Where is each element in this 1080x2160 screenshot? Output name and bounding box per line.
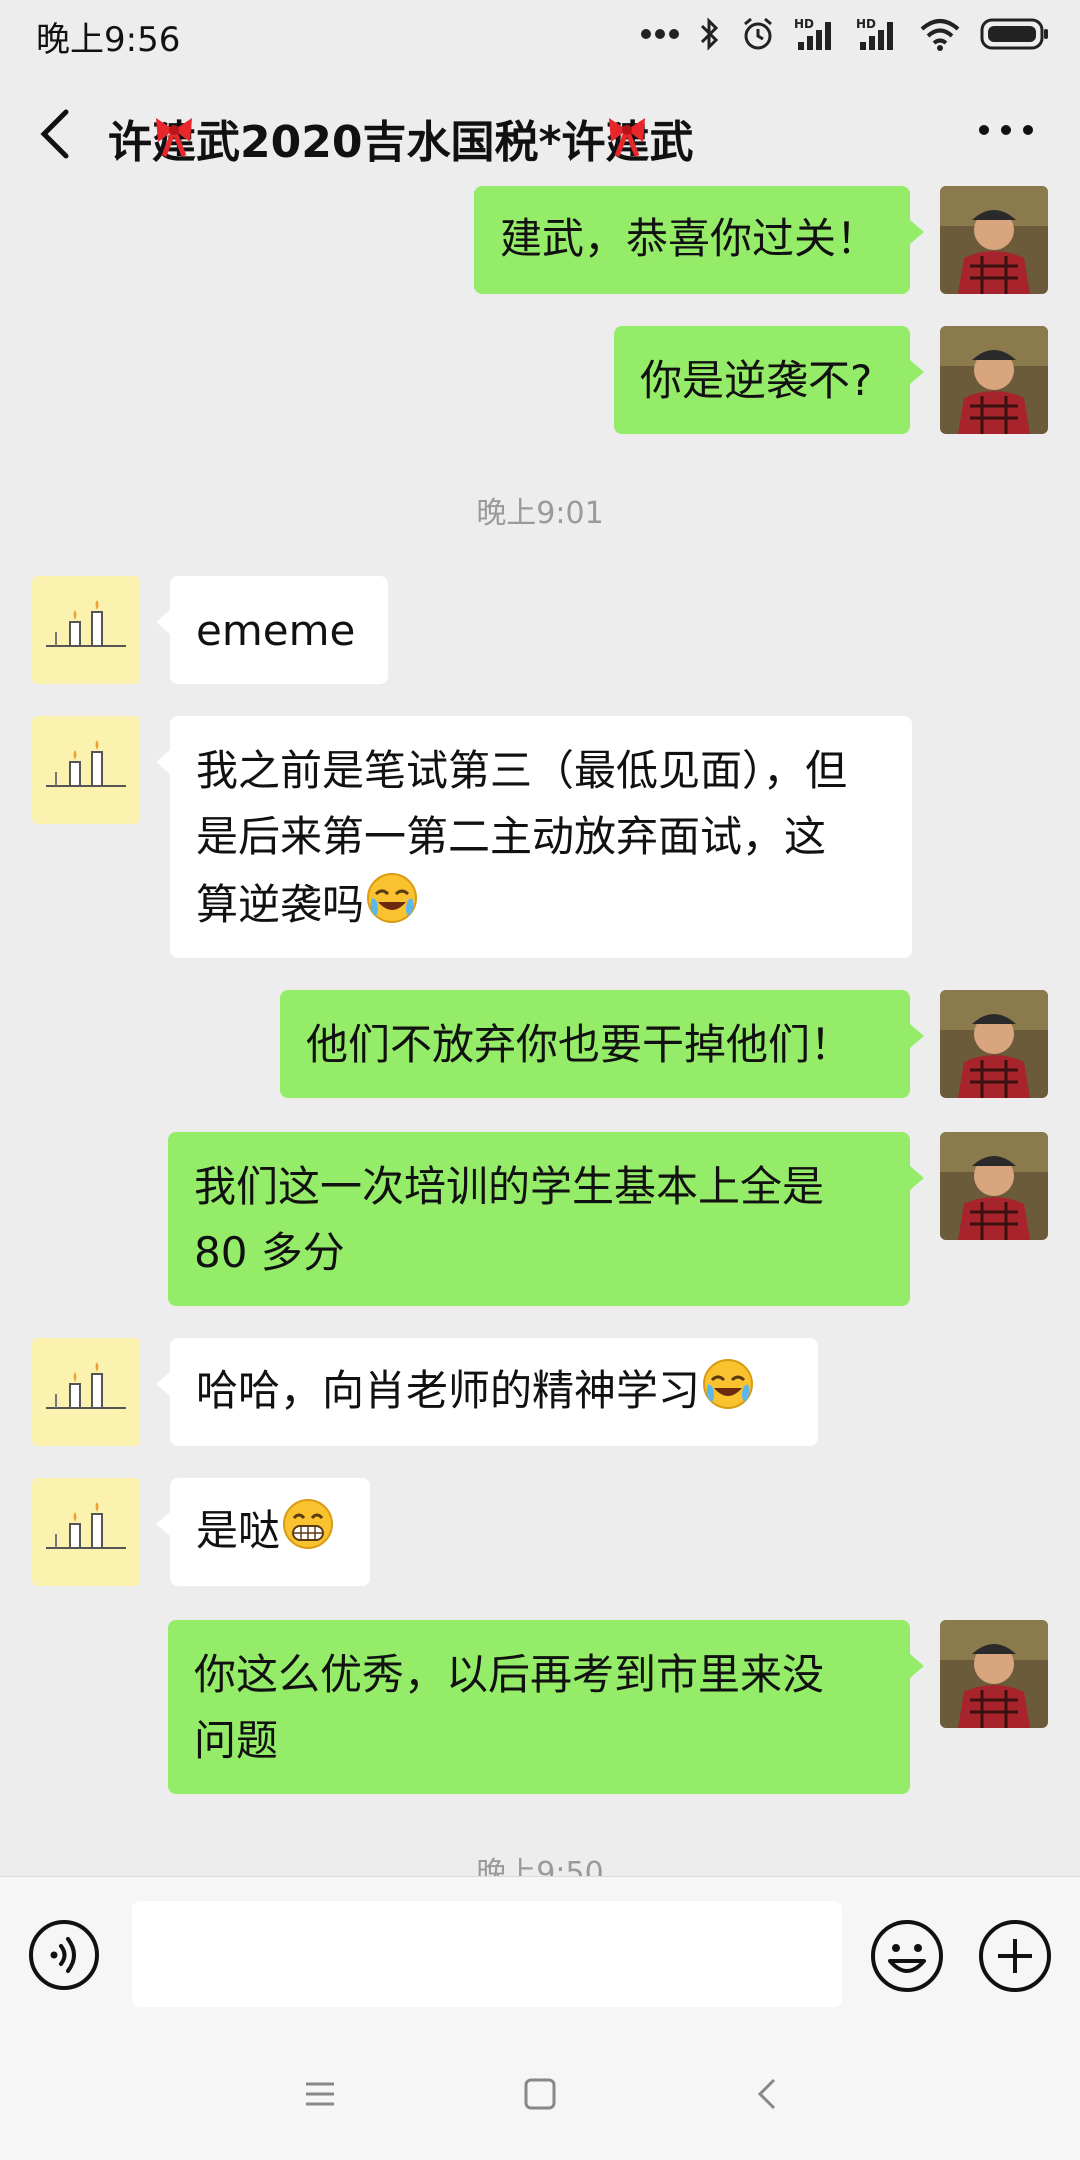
menu-nav-button[interactable] — [298, 2072, 342, 2116]
chat-title-part-5: 武 — [649, 117, 694, 168]
more-dots-status-icon — [640, 28, 680, 40]
back-button[interactable] — [30, 102, 86, 166]
message-input[interactable] — [132, 1901, 842, 2007]
avatar[interactable] — [940, 990, 1048, 1098]
back-nav-button[interactable] — [746, 2072, 790, 2116]
system-nav-bar — [0, 2028, 1080, 2160]
message-bubble[interactable]: 是哒 — [156, 1478, 370, 1586]
more-functions-button[interactable] — [978, 1919, 1052, 1993]
grin-emoji-icon — [280, 1496, 336, 1571]
person-photo-avatar-icon — [940, 1620, 1048, 1728]
plus-icon — [979, 1920, 1051, 1992]
home-nav-button[interactable] — [518, 2072, 562, 2116]
more-dots-icon — [979, 125, 1033, 135]
message-bubble[interactable]: ememe — [156, 576, 388, 684]
red-bow-sticker-icon — [609, 118, 646, 157]
voice-input-button[interactable] — [28, 1919, 100, 1991]
message-bubble[interactable]: 建武，恭喜你过关！ — [474, 186, 924, 294]
avatar[interactable] — [32, 1478, 140, 1586]
bluetooth-icon — [698, 16, 722, 52]
avatar[interactable] — [32, 716, 140, 824]
candles-avatar-icon — [32, 576, 140, 684]
chevron-left-icon — [40, 109, 69, 159]
message-bubble[interactable]: 你这么优秀，以后再考到市里来没 问题 — [168, 1620, 924, 1794]
avatar[interactable] — [32, 1338, 140, 1446]
status-icons: HD HD — [640, 12, 1050, 56]
battery-icon — [980, 18, 1050, 50]
signal-icon-1: HD — [794, 16, 838, 52]
chat-title-part-3: 武2020吉水国税*许 — [196, 117, 606, 168]
signal-icon-2: HD — [856, 16, 900, 52]
message-bubble[interactable]: 我们这一次培训的学生基本上全是 80 多分 — [168, 1132, 924, 1306]
message-bubble[interactable]: 他们不放弃你也要干掉他们！ — [280, 990, 924, 1098]
person-photo-avatar-icon — [940, 326, 1048, 434]
facepalm-laugh-emoji-icon — [700, 1356, 756, 1431]
emoji-icon — [871, 1920, 943, 1992]
alarm-icon — [740, 16, 776, 52]
chat-header: 许建 武2020吉水国税*许建武 — [0, 66, 1080, 196]
status-bar: 晚上9:56 HD HD — [0, 0, 1080, 66]
avatar[interactable] — [32, 576, 140, 684]
avatar[interactable] — [940, 186, 1048, 294]
back-icon — [757, 2078, 776, 2110]
facepalm-laugh-emoji-icon — [364, 870, 420, 945]
candles-avatar-icon — [32, 1338, 140, 1446]
person-photo-avatar-icon — [940, 1132, 1048, 1240]
person-photo-avatar-icon — [940, 990, 1048, 1098]
candles-avatar-icon — [32, 1478, 140, 1586]
home-icon — [524, 2078, 556, 2110]
red-bow-sticker-icon — [156, 118, 192, 157]
svg-text:HD: HD — [794, 17, 814, 31]
voice-icon — [29, 1920, 99, 1990]
avatar[interactable] — [940, 1620, 1048, 1728]
svg-text:HD: HD — [856, 17, 876, 31]
more-options-button[interactable] — [976, 120, 1036, 140]
menu-icon — [306, 2082, 334, 2106]
message-bubble[interactable]: 我之前是笔试第三（最低见面），但 是后来第一第二主动放弃面试，这 算逆袭吗 — [156, 716, 912, 958]
redacted-char: 建 — [152, 106, 196, 170]
status-time: 晚上9:56 — [36, 20, 181, 60]
redacted-char-2: 建 — [605, 106, 649, 170]
chat-title-part-1: 许 — [108, 117, 152, 168]
message-bubble[interactable]: 你是逆袭不? — [614, 326, 924, 434]
avatar[interactable] — [940, 326, 1048, 434]
emoji-button[interactable] — [870, 1919, 944, 1993]
person-photo-avatar-icon — [940, 186, 1048, 294]
chat-title: 许建 武2020吉水国税*许建武 — [108, 106, 693, 170]
wifi-icon — [918, 17, 962, 51]
timestamp: 晚上9:01 — [476, 496, 604, 531]
candles-avatar-icon — [32, 716, 140, 824]
input-bar — [0, 1876, 1080, 2029]
avatar[interactable] — [940, 1132, 1048, 1240]
message-bubble[interactable]: 哈哈，向肖老师的精神学习 — [156, 1338, 818, 1446]
